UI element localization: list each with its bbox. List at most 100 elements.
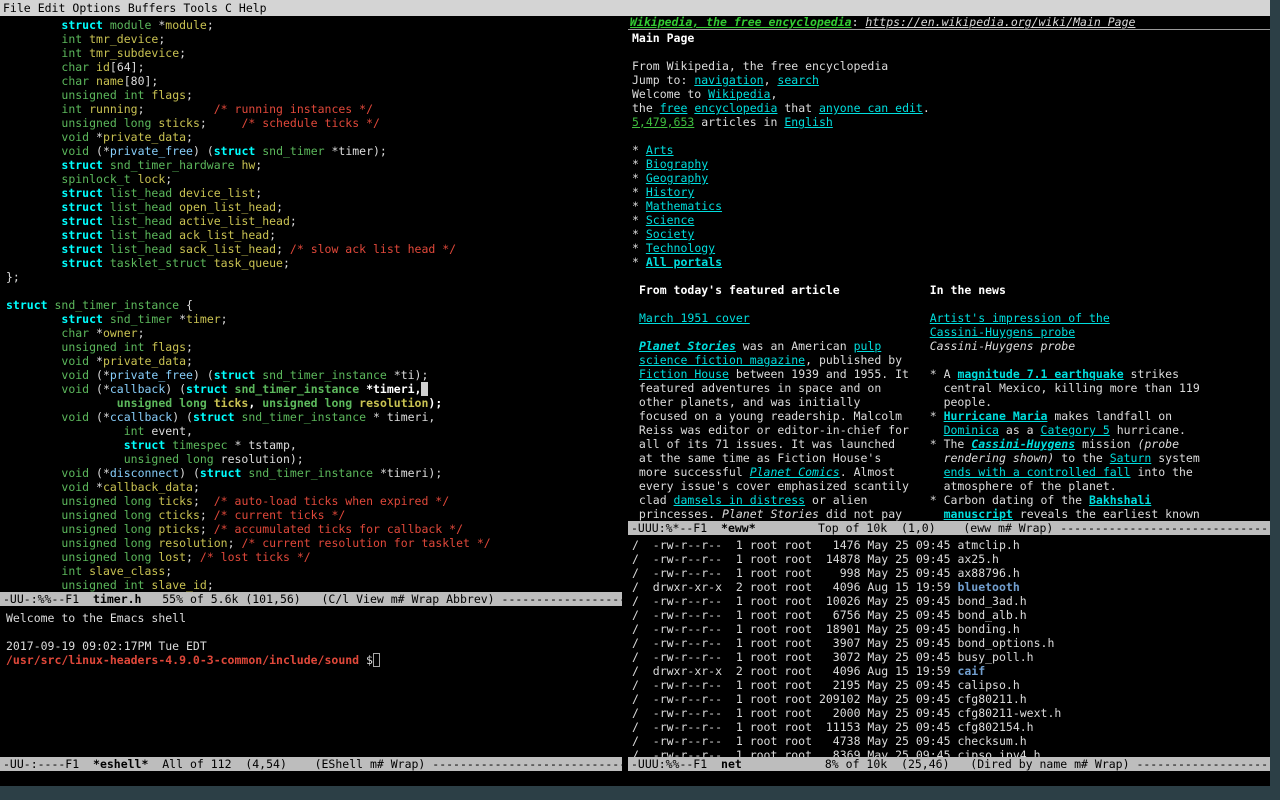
dired-window[interactable]: / -rw-r--r-- 1 root root 1476 May 25 09:…	[628, 535, 1270, 757]
link[interactable]: All portals	[646, 255, 722, 269]
text-line: / -rw-r--r-- 1 root root 11153 May 25 09…	[632, 720, 1270, 734]
eshell-window[interactable]: Welcome to the Emacs shell2017-09-19 09:…	[0, 606, 622, 757]
link[interactable]: Cassini-Huygens	[971, 437, 1075, 451]
link[interactable]: navigation	[694, 73, 763, 87]
text-line: / -rw-r--r-- 1 root root 14878 May 25 09…	[632, 552, 1270, 566]
text-line: / -rw-r--r-- 1 root root 998 May 25 09:4…	[632, 566, 1270, 580]
text-segment: ;	[165, 564, 172, 578]
file-link[interactable]: bond_options.h	[957, 636, 1054, 650]
link[interactable]: Society	[646, 227, 694, 241]
text-segment: unsigned long	[61, 508, 151, 522]
text-segment	[6, 564, 61, 578]
link[interactable]: damsels in distress	[674, 493, 806, 507]
link[interactable]: Planet Comics	[750, 465, 840, 479]
menu-options[interactable]: Options	[72, 1, 120, 15]
text-segment: *	[930, 409, 944, 423]
modeline-eww[interactable]: -UUU:%*--F1 *eww* Top of 10k (1,0) (eww …	[628, 521, 1270, 535]
link[interactable]: Category 5	[1041, 423, 1110, 437]
link[interactable]: Geography	[646, 171, 708, 185]
text-segment	[6, 382, 61, 396]
link[interactable]: March 1951 cover	[639, 311, 750, 325]
file-link[interactable]: calipso.h	[957, 678, 1019, 692]
link[interactable]: ends with a controlled fall	[944, 465, 1131, 479]
file-link[interactable]: ax25.h	[957, 552, 999, 566]
link[interactable]: Planet Stories	[639, 339, 736, 353]
link[interactable]: Biography	[646, 157, 708, 171]
menu-file[interactable]: File	[3, 1, 31, 15]
menu-tools[interactable]: Tools	[183, 1, 218, 15]
text-segment	[632, 311, 639, 325]
link[interactable]: Mathematics	[646, 199, 722, 213]
text-segment: resolution);	[214, 452, 304, 466]
link[interactable]: Artist's impression of the	[930, 311, 1110, 325]
link[interactable]: Saturn	[1110, 451, 1152, 465]
text-segment	[6, 228, 61, 242]
link[interactable]: encyclopedia	[694, 101, 777, 115]
modeline-eshell[interactable]: -UU-:----F1 *eshell* All of 112 (4,54) (…	[0, 757, 622, 771]
file-link[interactable]: checksum.h	[957, 734, 1026, 748]
text-segment: struct	[61, 158, 103, 172]
modeline-dired[interactable]: -UUU:%%--F1 net 8% of 10k (25,46) (Dired…	[628, 757, 1270, 771]
code-window-timer-h[interactable]: struct module *module; int tmr_device; i…	[0, 16, 622, 592]
text-segment: struct	[61, 256, 103, 270]
file-link[interactable]: atmclip.h	[957, 538, 1019, 552]
minibuffer-echo-area[interactable]	[0, 771, 1270, 786]
link[interactable]: Science	[646, 213, 694, 227]
text-segment: as a	[999, 423, 1041, 437]
link[interactable]: English	[784, 115, 832, 129]
text-line: struct list_head sack_list_head; /* slow…	[6, 242, 622, 256]
link[interactable]: pulp	[854, 339, 882, 353]
link[interactable]: science fiction magazine	[639, 353, 805, 367]
link[interactable]: Bakhshali	[1089, 493, 1151, 507]
menu-edit[interactable]: Edit	[38, 1, 66, 15]
file-link[interactable]: cfg80211.h	[957, 692, 1026, 706]
menu-buffers[interactable]: Buffers	[128, 1, 176, 15]
text-segment: ;	[269, 228, 276, 242]
file-link[interactable]: busy_poll.h	[957, 650, 1033, 664]
menu-c[interactable]: C	[225, 1, 232, 15]
link[interactable]: Cassini-Huygens probe	[930, 325, 1075, 339]
file-link[interactable]: ax88796.h	[957, 566, 1019, 580]
file-link[interactable]: bond_3ad.h	[957, 594, 1026, 608]
link[interactable]: Dominica	[944, 423, 999, 437]
directory-link[interactable]: bluetooth	[957, 580, 1019, 594]
file-link[interactable]: cfg802154.h	[957, 720, 1033, 734]
link[interactable]: manuscript	[944, 507, 1013, 521]
link[interactable]: Fiction House	[639, 367, 729, 381]
text-segment	[103, 214, 110, 228]
text-line: * All portals	[632, 255, 1270, 269]
link[interactable]: Technology	[646, 241, 715, 255]
text-segment: snd_timer	[110, 312, 172, 326]
file-link[interactable]: cfg80211-wext.h	[957, 706, 1061, 720]
link[interactable]: anyone can edit	[819, 101, 923, 115]
text-segment	[6, 186, 61, 200]
text-segment: unsigned int	[61, 340, 144, 354]
text-segment	[930, 465, 944, 479]
text-segment	[89, 74, 96, 88]
text-segment: /	[632, 636, 639, 650]
link[interactable]: 5,479,653	[632, 115, 694, 129]
modeline-fill: ----------------------------------------…	[1136, 757, 1270, 771]
file-link[interactable]: cipso_ipv4.h	[957, 748, 1040, 757]
text-line: Jump to: navigation, search	[632, 73, 1270, 87]
text-segment: void	[61, 466, 89, 480]
text-segment: (*	[89, 382, 110, 396]
link[interactable]: Wikipedia	[708, 87, 770, 101]
eww-browser-window[interactable]: Main PageFrom Wikipedia, the free encycl…	[628, 30, 1270, 521]
text-segment: int	[61, 32, 82, 46]
file-link[interactable]: bond_alb.h	[957, 608, 1026, 622]
text-segment: that	[777, 101, 819, 115]
link[interactable]: Arts	[646, 143, 674, 157]
directory-link[interactable]: caif	[957, 664, 985, 678]
modeline-timer-h[interactable]: -UU-:%%--F1 timer.h 55% of 5.6k (101,56)…	[0, 592, 622, 606]
text-segment	[632, 339, 639, 353]
text-line: the free encyclopedia that anyone can ed…	[632, 101, 1270, 115]
link[interactable]: magnitude 7.1 earthquake	[957, 367, 1123, 381]
menu-help[interactable]: Help	[239, 1, 267, 15]
link[interactable]: Hurricane Maria	[944, 409, 1048, 423]
text-line: Planet Stories was an American pulp Cass…	[632, 339, 1270, 353]
link[interactable]: search	[777, 73, 819, 87]
link[interactable]: History	[646, 185, 694, 199]
link[interactable]: free	[660, 101, 688, 115]
file-link[interactable]: bonding.h	[957, 622, 1019, 636]
